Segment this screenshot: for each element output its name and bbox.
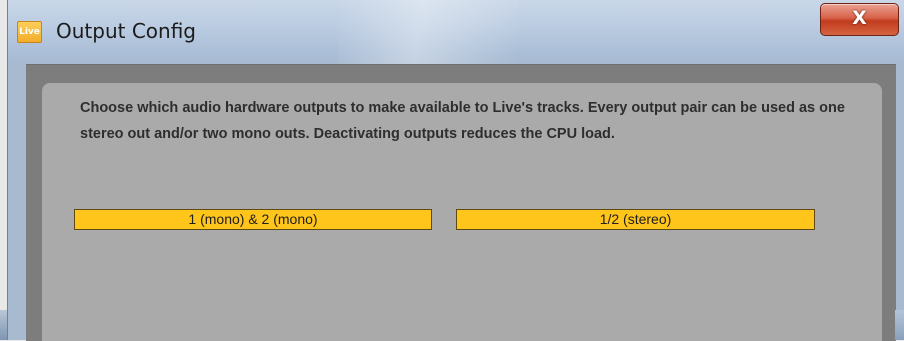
description-text: Choose which audio hardware outputs to m… [80,100,845,142]
output-config-panel: Choose which audio hardware outputs to m… [42,83,882,341]
close-button[interactable]: X [820,3,899,36]
output-config-window: Live Output Config X Choose which audio … [7,0,904,341]
dialog-body: Choose which audio hardware outputs to m… [26,64,896,341]
live-app-icon: Live [17,21,42,43]
window-left-edge [0,310,7,340]
window-title: Output Config [56,19,196,43]
title-bar[interactable]: Live Output Config X [8,0,904,64]
output-toggle-stereo-1-2[interactable]: 1/2 (stereo) [456,209,815,230]
output-toggle-mono-1-2[interactable]: 1 (mono) & 2 (mono) [74,209,432,230]
close-icon: X [852,7,867,29]
window-right-edge [895,310,904,340]
titlebar-glass-highlight [338,0,518,64]
